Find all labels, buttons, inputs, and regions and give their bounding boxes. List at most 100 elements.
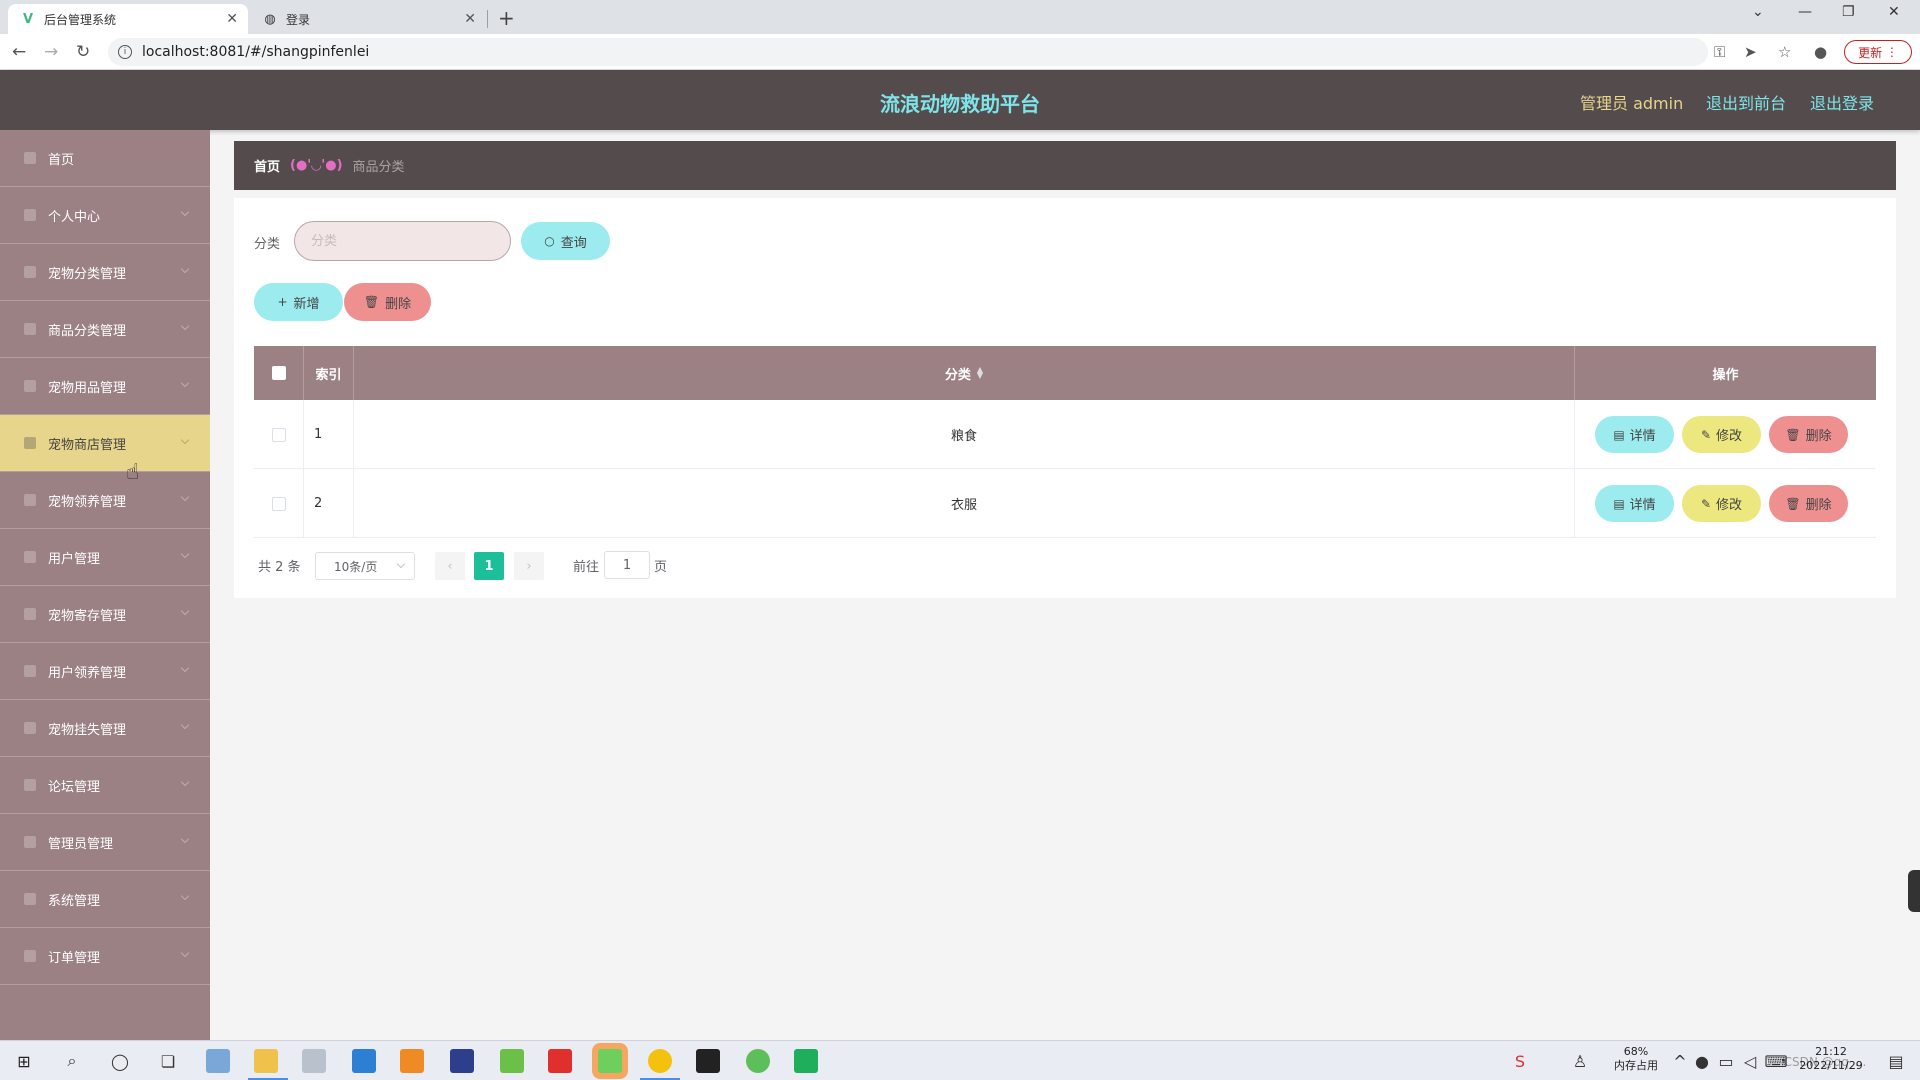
app-icon[interactable] [206, 1049, 230, 1073]
sidebar-item-pet-adoption[interactable]: 宠物领养管理 [0, 472, 210, 529]
key-icon[interactable]: ⚿ [1714, 43, 1725, 61]
reload-icon[interactable]: ↻ [76, 42, 90, 62]
search-tool-icon[interactable] [400, 1049, 424, 1073]
sidebar-item-admins[interactable]: 管理员管理 [0, 814, 210, 871]
sort-icon[interactable]: ▲ ▼ [977, 366, 983, 380]
house-icon [24, 608, 36, 620]
chrome-icon[interactable] [648, 1049, 672, 1073]
chevron-right-icon: › [526, 558, 532, 574]
chevron-down-icon [180, 663, 190, 673]
sidebar-item-label: 首页 [48, 152, 75, 168]
sidebar-item-goods-category[interactable]: 商品分类管理 [0, 301, 210, 358]
input-method-icon[interactable]: S [1508, 1049, 1532, 1073]
site-info-icon[interactable]: i [118, 45, 132, 59]
exit-to-front-link[interactable]: 退出到前台 [1706, 90, 1786, 114]
edit-button[interactable]: ✎ 修改 [1682, 485, 1761, 522]
browser-tab-login[interactable]: ◍ 登录 ✕ [250, 4, 486, 34]
tab-title: 登录 [286, 12, 311, 27]
table-row: 2 衣服 ▤ 详情 ✎ 修改 🗑 删除 [254, 469, 1876, 538]
chevron-up-icon[interactable]: ^ [1668, 1049, 1692, 1073]
page-suffix: 页 [654, 560, 668, 575]
new-tab-icon[interactable]: + [498, 6, 515, 30]
query-button[interactable]: ○ 查询 [521, 222, 610, 260]
delete-label: 删除 [1805, 429, 1832, 444]
sidebar-item-label: 用户领养管理 [48, 665, 127, 681]
wechat-icon[interactable] [598, 1049, 622, 1073]
sidebar-item-pet-lost[interactable]: 宠物挂失管理 [0, 700, 210, 757]
edit-button[interactable]: ✎ 修改 [1682, 416, 1761, 453]
select-all-checkbox[interactable] [271, 366, 286, 380]
sidebar-item-users[interactable]: 用户管理 [0, 529, 210, 586]
sidebar-item-pet-boarding[interactable]: 宠物寄存管理 [0, 586, 210, 643]
sidebar-item-label: 宠物分类管理 [48, 266, 127, 282]
sidebar-item-pet-supplies[interactable]: 宠物用品管理 [0, 358, 210, 415]
delete-button[interactable]: 🗑 删除 [1769, 416, 1848, 453]
sidebar-item-system[interactable]: 系统管理 [0, 871, 210, 928]
restore-icon[interactable]: ❐ [1842, 4, 1855, 20]
close-icon[interactable]: ✕ [226, 11, 238, 27]
sidebar-item-user-adoption[interactable]: 用户领养管理 [0, 643, 210, 700]
detail-button[interactable]: ▤ 详情 [1595, 485, 1674, 522]
side-panel-handle[interactable] [1908, 870, 1920, 912]
people-icon[interactable]: ♙ [1568, 1049, 1592, 1073]
prev-page-button[interactable]: ‹ [435, 552, 465, 580]
flag-icon [24, 950, 36, 962]
search-icon[interactable]: ⌕ [60, 1049, 84, 1073]
pencil-icon: ✎ [1700, 496, 1712, 511]
next-page-button[interactable]: › [514, 552, 544, 580]
category-search-input[interactable] [294, 221, 511, 261]
forward-icon[interactable]: → [44, 42, 58, 62]
goto-page-input[interactable] [604, 551, 650, 579]
cortana-icon[interactable]: ◯ [108, 1049, 132, 1073]
sidebar-item-pet-category[interactable]: 宠物分类管理 [0, 244, 210, 301]
sidebar-item-pet-store[interactable]: 宠物商店管理 [0, 415, 210, 472]
qq-icon[interactable]: ● [1690, 1049, 1714, 1073]
meeting-icon[interactable] [352, 1049, 376, 1073]
task-view-icon[interactable]: ❏ [156, 1049, 180, 1073]
globe-icon: ◍ [264, 11, 276, 27]
column-header-category[interactable]: 分类 ▲ ▼ [354, 346, 1575, 400]
page-size-select[interactable]: 10条/页 [315, 552, 415, 580]
sidebar-item-label: 系统管理 [48, 893, 101, 909]
row-checkbox[interactable] [271, 496, 286, 511]
browser-update-button[interactable]: 更新 ⋮ [1844, 40, 1912, 64]
breadcrumb-home[interactable]: 首页 [254, 156, 280, 175]
column-header-index: 索引 [304, 346, 354, 400]
row-checkbox[interactable] [271, 427, 286, 442]
leaf-icon[interactable] [500, 1049, 524, 1073]
page-number-current[interactable]: 1 [474, 552, 504, 580]
batch-delete-button[interactable]: 🗑 删除 [344, 283, 431, 321]
document-icon: ▤ [1613, 427, 1625, 442]
back-icon[interactable]: ← [12, 42, 26, 62]
sidebar-item-forum[interactable]: 论坛管理 [0, 757, 210, 814]
logout-link[interactable]: 退出登录 [1810, 90, 1874, 114]
star-icon[interactable]: ☆ [1778, 43, 1791, 61]
sidebar-item-personal-center[interactable]: 个人中心 [0, 187, 210, 244]
minimize-icon[interactable]: — [1798, 4, 1812, 20]
window-close-icon[interactable]: ✕ [1888, 4, 1900, 20]
delete-button[interactable]: 🗑 删除 [1769, 485, 1848, 522]
add-button-label: 新增 [293, 296, 320, 312]
windows-taskbar: ⊞ ⌕ ◯ ❏ S ♙ 68% 内存占用 ^ ● ▭ ◁ ⌨ 21:12 202… [0, 1040, 1920, 1080]
file-explorer-icon[interactable] [254, 1049, 278, 1073]
windows-start-icon[interactable]: ⊞ [12, 1049, 36, 1073]
detail-button[interactable]: ▤ 详情 [1595, 416, 1674, 453]
hbuilder-icon[interactable] [794, 1049, 818, 1073]
sidebar-item-home[interactable]: 首页 [0, 130, 210, 187]
browser-tab-admin[interactable]: V 后台管理系统 ✕ [8, 4, 248, 34]
sidebar-item-orders[interactable]: 订单管理 [0, 928, 210, 985]
app-icon[interactable] [450, 1049, 474, 1073]
network-icon[interactable]: ▭ [1714, 1049, 1738, 1073]
profile-icon[interactable]: ● [1814, 43, 1827, 61]
notification-icon[interactable]: ▤ [1884, 1049, 1908, 1073]
terminal-icon[interactable] [696, 1049, 720, 1073]
url-omnibox[interactable]: i localhost:8081/#/shangpinfenlei [108, 38, 1708, 66]
chevron-down-icon [180, 207, 190, 217]
photos-icon[interactable] [302, 1049, 326, 1073]
wps-icon[interactable] [548, 1049, 572, 1073]
add-button[interactable]: + 新增 [254, 283, 343, 321]
send-icon[interactable]: ➤ [1744, 43, 1757, 61]
tab-search-icon[interactable]: ⌄ [1752, 4, 1764, 20]
spring-icon[interactable] [746, 1049, 770, 1073]
close-icon[interactable]: ✕ [464, 11, 476, 27]
